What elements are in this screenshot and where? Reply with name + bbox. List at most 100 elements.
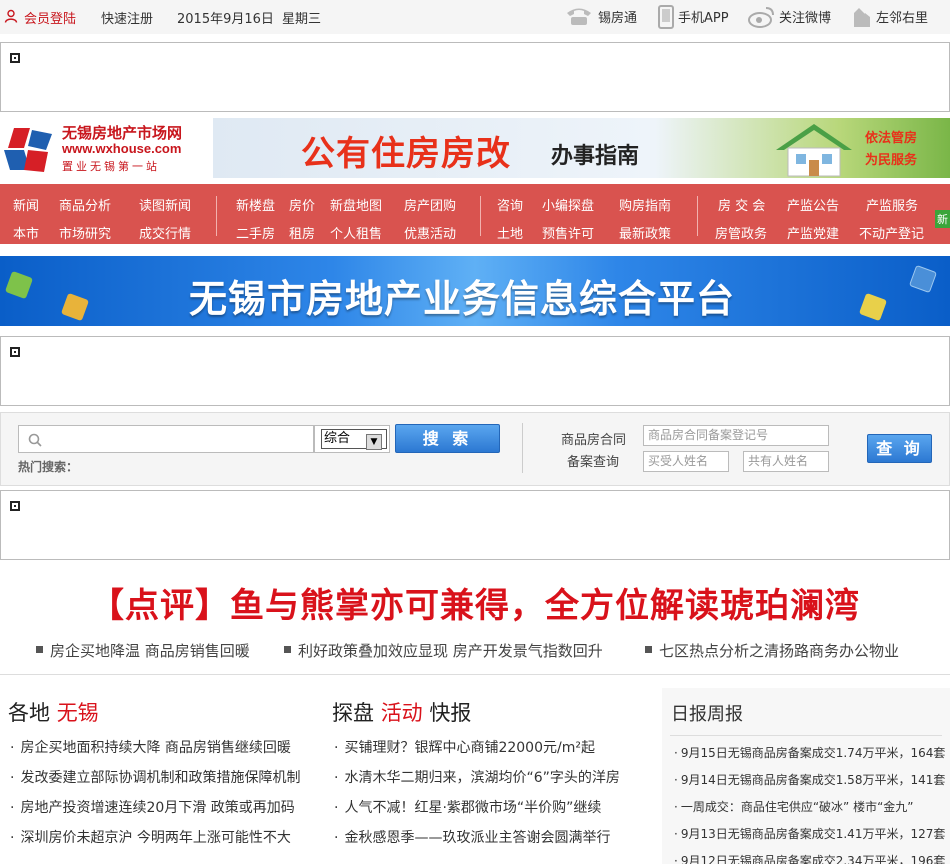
top-bar: 会员登陆 快速注册 2015年9月16日 星期三 锡房通 手机APP 关注微博 …	[0, 0, 950, 34]
list-item[interactable]: 深圳房价未超京沪 今明两年上涨可能性不大	[10, 827, 300, 857]
sub-headline[interactable]: 房企买地降温 商品房销售回暖	[36, 640, 250, 661]
column-title-part[interactable]: 探盘	[332, 701, 374, 725]
nav-item-rent[interactable]: 租房	[289, 223, 315, 242]
search-input[interactable]	[18, 425, 314, 453]
phone-icon	[567, 8, 591, 25]
column-title-part[interactable]: 无锡	[57, 701, 99, 725]
login-link[interactable]: 会员登陆	[24, 8, 76, 27]
neighbors-icon	[854, 8, 870, 27]
headline-title[interactable]: 【点评】鱼与熊掌亦可兼得，全方位解读琥珀澜湾	[0, 578, 950, 627]
search-type-select[interactable]: 综合 ▼	[314, 425, 390, 453]
nav-item-supervision-notice[interactable]: 产监公告	[787, 195, 839, 214]
register-link[interactable]: 快速注册	[101, 8, 153, 27]
nav-item-news[interactable]: 新闻	[13, 195, 39, 214]
nav-item-consult[interactable]: 咨询	[497, 195, 523, 214]
plugin-placeholder-icon	[10, 501, 20, 511]
nav-item-personal-rent[interactable]: 个人租售	[330, 223, 382, 242]
sub-headline[interactable]: 七区热点分析之清扬路商务办公物业	[645, 640, 899, 661]
nav-item-guide[interactable]: 购房指南	[619, 195, 671, 214]
nav-item-analysis[interactable]: 商品分析	[59, 195, 111, 214]
ad-placeholder-top[interactable]	[0, 42, 950, 112]
chevron-down-icon[interactable]: ▼	[366, 434, 382, 450]
list-item[interactable]: 金秋感恩季——玖玫派业主答谢会圆满举行	[334, 827, 620, 857]
nav-item-expo[interactable]: 房 交 会	[718, 195, 765, 214]
list-item[interactable]: 一周成交：商品住宅供应“破冰” 楼市“金九”	[674, 798, 945, 825]
query-button[interactable]: 查 询	[867, 434, 932, 463]
list-item[interactable]: 水清木华二期归来，滨湖均价“6”字头的洋房	[334, 767, 619, 797]
banner-main-title: 公有住房房改	[301, 134, 511, 174]
logo-name: 无锡房地产市场网	[62, 124, 183, 142]
nav-item-editor-visit[interactable]: 小编探盘	[542, 195, 594, 214]
nav-item-presale[interactable]: 预售许可	[542, 223, 594, 242]
hot-search-label: 热门搜索：	[18, 460, 79, 474]
sub-headline-text[interactable]: 七区热点分析之清扬路商务办公物业	[659, 642, 899, 660]
contract-number-field[interactable]: 商品房合同备案登记号	[643, 425, 829, 446]
list-item[interactable]: 9月13日无锡商品房备案成交1.41万平米，127套	[674, 825, 946, 852]
sub-headline-text[interactable]: 利好政策叠加效应显现 房产开发景气指数回升	[298, 642, 603, 660]
nav-item-group-buy[interactable]: 房产团购	[404, 195, 456, 214]
date-text: 2015年9月16日	[177, 12, 274, 27]
list-item[interactable]: 发改委建立部际协调机制和政策措施保障机制	[10, 767, 300, 797]
divider	[670, 735, 942, 736]
co-owner-name-field[interactable]: 共有人姓名	[743, 451, 829, 472]
column-title-part[interactable]: 各地	[8, 701, 50, 725]
nav-item-party[interactable]: 产监党建	[787, 223, 839, 242]
nav-item-photo-news[interactable]: 读图新闻	[139, 195, 191, 214]
nav-item-new-homes[interactable]: 新楼盘	[236, 195, 275, 214]
topbar-link-app[interactable]: 手机APP	[678, 7, 729, 26]
buyer-name-field[interactable]: 买受人姓名	[643, 451, 729, 472]
topbar-link-xifangtong[interactable]: 锡房通	[598, 7, 637, 26]
new-badge: 新	[935, 210, 950, 228]
nav-item-policy[interactable]: 最新政策	[619, 223, 671, 242]
nav-item-promotions[interactable]: 优惠活动	[404, 223, 456, 242]
nav-item-land[interactable]: 土地	[497, 223, 523, 242]
topbar-link-neighbors[interactable]: 左邻右里	[876, 7, 928, 26]
site-logo[interactable]: 无锡房地产市场网 www.wxhouse.com 置业无锡第一站	[0, 118, 205, 176]
list-item[interactable]: 9月15日无锡商品房备案成交1.74万平米，164套	[674, 744, 946, 771]
banner-side-text: 依法管房 为民服务	[865, 128, 917, 172]
nav-item-supervision-service[interactable]: 产监服务	[866, 195, 918, 214]
nav-divider	[216, 196, 217, 236]
list-item[interactable]: 房企买地面积持续大降 商品房销售继续回暖	[10, 737, 300, 767]
search-bar: 综合 ▼ 搜 索 热门搜索： 商品房合同 备案查询 商品房合同备案登记号 买受人…	[0, 412, 950, 486]
column-title-visits: 探盘 活动 快报	[332, 697, 471, 727]
nav-item-registration[interactable]: 不动产登记	[859, 223, 924, 242]
nav-item-deals[interactable]: 成交行情	[139, 223, 191, 242]
sub-headline[interactable]: 利好政策叠加效应显现 房产开发景气指数回升	[284, 640, 603, 661]
bullet-icon	[645, 646, 652, 653]
nav-item-resale[interactable]: 二手房	[236, 223, 275, 242]
column-title-part[interactable]: 快报	[429, 701, 471, 725]
sub-headline-text[interactable]: 房企买地降温 商品房销售回暖	[50, 642, 250, 660]
list-item[interactable]: 9月12日无锡商品房备案成交2.34万平米，196套	[674, 852, 946, 864]
list-item[interactable]: 人气不减！红星·紫郡微市场“半价购”继续	[334, 797, 620, 827]
list-item[interactable]: 9月14日无锡商品房备案成交1.58万平米，141套	[674, 771, 946, 798]
list-item[interactable]: 买铺理财？银辉中心商铺22000元/m²起	[334, 737, 620, 767]
contract-query-label-2: 备案查询	[567, 455, 620, 470]
ad-placeholder-middle[interactable]	[0, 336, 950, 406]
search-type-label: 综合	[324, 431, 351, 446]
column-title-part[interactable]: 活动	[381, 701, 423, 725]
mobile-icon	[658, 5, 674, 29]
topbar-link-weibo[interactable]: 关注微博	[779, 7, 831, 26]
search-button[interactable]: 搜 索	[395, 424, 500, 453]
report-list: 9月15日无锡商品房备案成交1.74万平米，164套 9月14日无锡商品房备案成…	[674, 744, 946, 864]
cube-decoration	[858, 292, 888, 322]
bullet-icon	[284, 646, 291, 653]
plugin-placeholder-icon	[10, 53, 20, 63]
column-title-regional: 各地 无锡	[8, 697, 99, 727]
cube-decoration	[60, 292, 90, 322]
banner-info-platform[interactable]: 无锡市房地产业务信息综合平台	[0, 256, 950, 326]
nav-item-gov-affairs[interactable]: 房管政务	[715, 223, 767, 242]
list-item[interactable]: 房地产投资增速连续20月下滑 政策或再加码	[10, 797, 300, 827]
nav-item-map[interactable]: 新盘地图	[330, 195, 382, 214]
nav-item-local[interactable]: 本市	[13, 223, 39, 242]
user-icon	[4, 9, 18, 23]
nav-item-research[interactable]: 市场研究	[59, 223, 111, 242]
banner-housing-reform[interactable]: 公有住房房改 办事指南 依法管房 为民服务	[213, 118, 950, 178]
ad-placeholder-bottom[interactable]	[0, 490, 950, 560]
banner-side-line-2: 为民服务	[865, 153, 918, 168]
nav-item-prices[interactable]: 房价	[289, 195, 315, 214]
report-title[interactable]: 日报周报	[671, 700, 743, 726]
banner-sub-title: 办事指南	[551, 144, 640, 169]
search-type-value[interactable]: 综合 ▼	[321, 429, 387, 450]
